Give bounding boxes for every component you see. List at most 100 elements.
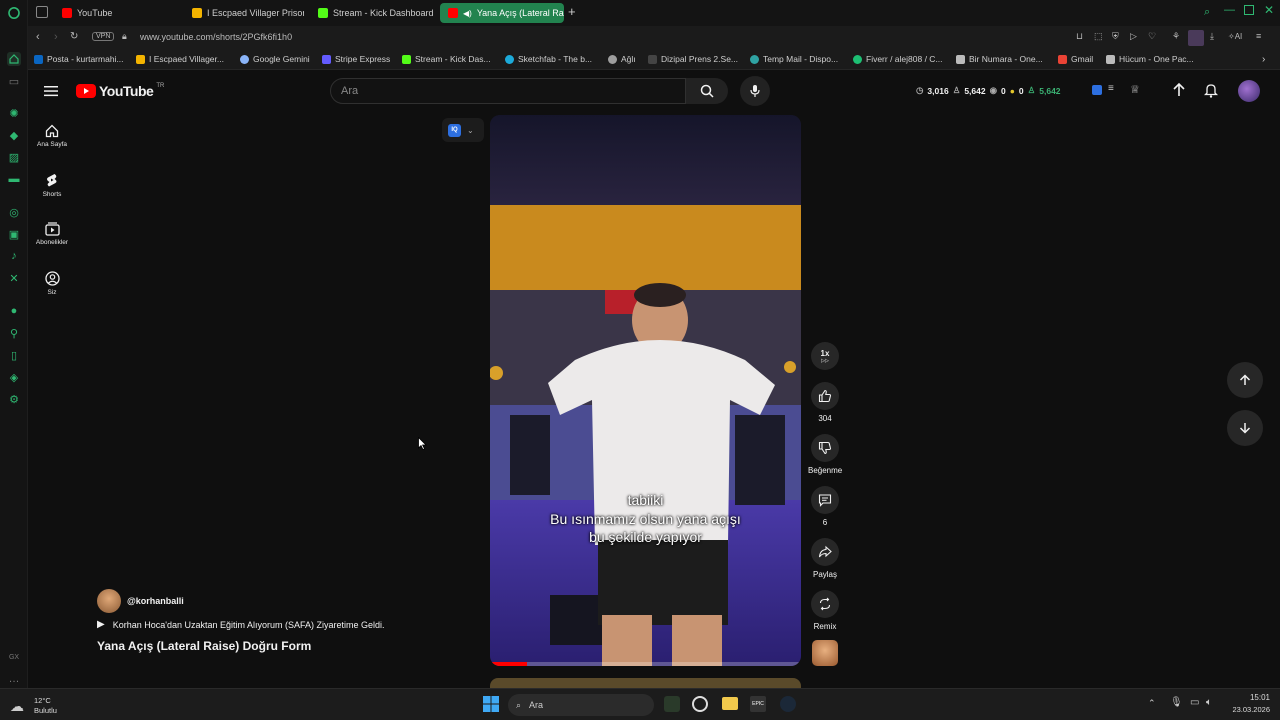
start-button[interactable] <box>483 696 499 717</box>
bookmark-item[interactable]: Dizipal Prens 2.Se... <box>648 54 738 64</box>
taskbar-app-icon[interactable] <box>664 696 680 712</box>
dislike-button[interactable]: Beğenme <box>808 434 842 475</box>
voice-search-button[interactable] <box>740 76 770 106</box>
x-rail-icon[interactable]: ✕ <box>7 271 21 285</box>
spotify-rail-icon[interactable]: ● <box>7 304 21 318</box>
twitch-rail-icon[interactable]: ▣ <box>7 227 21 241</box>
channel-name[interactable]: @korhanballi <box>127 596 184 606</box>
bookmark-item[interactable]: Sketchfab - The b... <box>505 54 592 64</box>
notifications-button[interactable] <box>1203 82 1219 103</box>
opera-gx-taskbar-icon[interactable] <box>692 696 708 712</box>
sound-thumbnail[interactable] <box>812 640 838 666</box>
history-rail-icon[interactable]: ▯ <box>7 348 21 362</box>
bookmark-item[interactable]: Hücum - One Pac... <box>1106 54 1194 64</box>
share-button[interactable]: Paylaş <box>808 538 842 579</box>
download-icon[interactable]: ⤓ <box>1210 31 1214 42</box>
settings-rail-icon[interactable]: ⚙ <box>7 392 21 406</box>
iq-dropdown[interactable]: IQ ⌄ <box>442 118 484 142</box>
ai-button[interactable]: ✧AI <box>1228 32 1242 41</box>
guide-item-subscriptions[interactable]: Abonelikler <box>32 222 72 246</box>
chatgpt-rail-icon[interactable]: ✺ <box>7 106 21 120</box>
next-short-button[interactable] <box>1227 410 1263 446</box>
opera-logo-icon[interactable] <box>7 6 21 20</box>
play-icon[interactable]: ▷ <box>1130 31 1137 42</box>
aria-rail-icon[interactable]: ◆ <box>7 128 21 142</box>
bookmark-item[interactable]: Stream - Kick Das... <box>402 54 491 64</box>
vpn-badge[interactable]: VPN <box>92 32 115 41</box>
bookmark-item[interactable]: Google Gemini <box>240 54 310 64</box>
bookmark-icon[interactable]: ⊔ <box>1076 31 1083 42</box>
forward-icon[interactable]: › <box>54 31 58 43</box>
upload-button[interactable] <box>1172 82 1186 103</box>
next-short-preview[interactable] <box>490 678 801 688</box>
new-tab-button[interactable]: + <box>568 5 576 19</box>
remix-button[interactable]: Remix <box>808 590 842 631</box>
avatar[interactable] <box>1238 80 1260 102</box>
comments-button[interactable]: 6 <box>808 486 842 527</box>
search-input[interactable]: Ara <box>330 78 686 104</box>
related-video-link[interactable]: ▶ Korhan Hoca'dan Uzaktan Eğitim Alıyoru… <box>97 619 385 630</box>
search-tabs-icon[interactable]: ⌕ <box>1204 6 1210 19</box>
tray-overflow-icon[interactable]: ⌃ <box>1148 698 1156 709</box>
bookmark-item[interactable]: I Escpaed Villager... <box>136 54 224 64</box>
reload-icon[interactable]: ↻ <box>70 31 78 42</box>
bookmark-item[interactable]: Temp Mail - Dispo... <box>750 54 838 64</box>
extensions-icon[interactable]: ⚘ <box>1172 31 1180 42</box>
clock-time[interactable]: 15:01 <box>1226 693 1270 702</box>
channel-info[interactable]: @korhanballi <box>97 589 184 613</box>
progress-track[interactable] <box>490 662 801 666</box>
bookmark-item[interactable]: Gmail <box>1058 54 1093 64</box>
extensions-rail-icon[interactable]: ◈ <box>7 370 21 384</box>
filter-icon[interactable]: ≡ <box>1108 83 1114 94</box>
briefcase-rail-icon[interactable]: ▬ <box>7 172 21 186</box>
tray-mic-icon[interactable]: 🎙︎ <box>1170 697 1183 708</box>
file-explorer-icon[interactable] <box>722 697 738 710</box>
hamburger-menu-icon[interactable] <box>44 84 58 102</box>
close-window-icon[interactable]: ✕ <box>1264 3 1274 17</box>
channel-avatar[interactable] <box>97 589 121 613</box>
youtube-logo[interactable]: YouTube TR <box>76 83 164 99</box>
shorts-video-player[interactable]: tabiiki Bu ısınmamız olsun yana açışı bu… <box>490 115 801 666</box>
tab-active-lateral-raise[interactable]: ◀) Yana Açış (Lateral Rais <box>440 3 564 23</box>
clock-date[interactable]: 23.03.2026 <box>1220 705 1270 714</box>
bookmark-item[interactable]: Posta - kurtarmahi... <box>34 54 124 64</box>
trophy-icon[interactable]: ♕ <box>1130 83 1140 96</box>
minimize-icon[interactable]: — <box>1224 4 1235 16</box>
epic-games-icon[interactable]: EPIC <box>750 696 766 712</box>
iq-extension-icon[interactable] <box>1092 85 1102 95</box>
menu-icon[interactable]: ≡ <box>1256 31 1261 41</box>
guide-item-shorts[interactable]: Shorts <box>32 173 72 198</box>
gaming-rail-icon[interactable]: ▭ <box>7 74 21 88</box>
taskbar-search[interactable]: ⌕ Ara <box>508 694 654 716</box>
like-button[interactable]: 304 <box>808 382 842 423</box>
tiktok-rail-icon[interactable]: ♪ <box>7 249 21 263</box>
bookmark-item[interactable]: Stripe Express <box>322 54 390 64</box>
playback-speed-button[interactable]: 1x ▷▷ <box>808 342 842 374</box>
pin-rail-icon[interactable]: ⚲ <box>7 326 21 340</box>
previous-short-button[interactable] <box>1227 362 1263 398</box>
home-rail-icon[interactable] <box>7 52 21 66</box>
bookmark-item[interactable]: Fiverr / alej808 / C... <box>853 54 943 64</box>
heart-icon[interactable]: ♡ <box>1148 31 1156 42</box>
tab-overview-icon[interactable] <box>36 6 48 18</box>
back-icon[interactable]: ‹ <box>36 31 40 43</box>
tab-youtube[interactable]: YouTube <box>54 3 174 23</box>
search-button[interactable] <box>686 78 728 104</box>
guide-item-home[interactable]: Ana Sayfa <box>32 124 72 148</box>
bookmarks-overflow-icon[interactable]: › <box>1262 54 1265 65</box>
messenger-rail-icon[interactable]: ◎ <box>7 205 21 219</box>
sketch-rail-icon[interactable]: ▨ <box>7 150 21 164</box>
volume-icon[interactable]: 🔈︎ <box>1206 697 1212 708</box>
steam-icon[interactable] <box>780 696 796 712</box>
gx-rail-icon[interactable]: GX <box>7 650 21 664</box>
bookmark-item[interactable]: Ağlı <box>608 54 636 64</box>
guide-item-you[interactable]: Siz <box>32 271 72 296</box>
profile-thumb-icon[interactable] <box>1188 30 1204 46</box>
tab-kick-dashboard[interactable]: Stream - Kick Dashboard <box>310 3 436 23</box>
maximize-icon[interactable] <box>1244 5 1254 15</box>
tab-villager-prison[interactable]: I Escpaed Villager Prison <box>184 3 304 23</box>
shield-icon[interactable]: ⛨ <box>1112 31 1119 42</box>
bookmark-item[interactable]: Bir Numara - One... <box>956 54 1043 64</box>
snapshot-icon[interactable]: ⬚ <box>1094 31 1103 42</box>
more-rail-icon[interactable]: … <box>7 672 21 686</box>
